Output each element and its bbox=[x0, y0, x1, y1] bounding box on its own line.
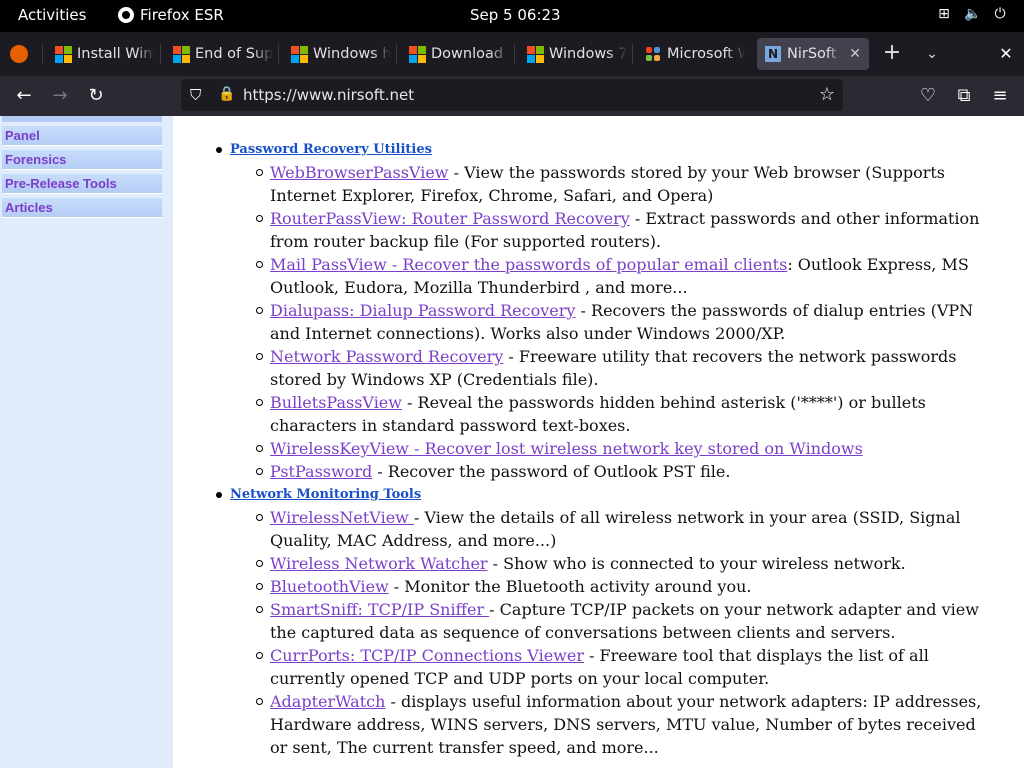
system-tray[interactable]: ⊞ 🔈 ⏻ bbox=[936, 6, 1008, 22]
tab-install-windows[interactable]: Install Windows bbox=[55, 38, 155, 70]
new-tab-button[interactable]: + bbox=[880, 42, 904, 66]
tool-link[interactable]: BluetoothView bbox=[270, 577, 389, 596]
tool-link[interactable]: AdapterWatch bbox=[270, 692, 385, 711]
pocket-icon[interactable]: ♡ bbox=[916, 84, 940, 108]
tab-nirsoft[interactable]: N NirSoft - ✕ bbox=[757, 38, 869, 70]
reload-icon[interactable]: ↻ bbox=[84, 84, 108, 108]
windows-logo-icon bbox=[291, 46, 308, 63]
menu-icon[interactable]: ≡ bbox=[988, 84, 1012, 108]
section-bullet bbox=[216, 492, 222, 498]
list-item: Mail PassView - Recover the passwords of… bbox=[256, 253, 990, 299]
tab-download-windows[interactable]: Download Windows bbox=[409, 38, 509, 70]
nirsoft-icon: N bbox=[765, 46, 781, 62]
sidebar-item-forensics[interactable]: Forensics bbox=[2, 150, 162, 170]
network-icon: ⊞ bbox=[938, 6, 950, 22]
list-item: WebBrowserPassView - View the passwords … bbox=[256, 161, 990, 207]
url-text[interactable]: https://www.nirsoft.net bbox=[243, 86, 414, 104]
list-item: Network Password Recovery - Freeware uti… bbox=[256, 345, 990, 391]
firefox-view-icon[interactable] bbox=[10, 45, 28, 63]
list-item: BluetoothView - Monitor the Bluetooth ac… bbox=[256, 575, 990, 598]
tool-description: - Recover the password of Outlook PST fi… bbox=[372, 462, 731, 481]
list-item: RouterPassView: Router Password Recovery… bbox=[256, 207, 990, 253]
tool-link[interactable]: RouterPassView: Router Password Recovery bbox=[270, 209, 630, 228]
windows-logo-icon bbox=[55, 46, 72, 63]
app-name: Firefox ESR bbox=[140, 6, 224, 24]
list-item: SmartSniff: TCP/IP Sniffer - Capture TCP… bbox=[256, 598, 990, 644]
list-item: BulletsPassView - Reveal the passwords h… bbox=[256, 391, 990, 437]
section-bullet bbox=[216, 147, 222, 153]
list-item: PstPassword - Recover the password of Ou… bbox=[256, 460, 990, 483]
volume-icon: 🔈 bbox=[964, 6, 982, 22]
tool-link[interactable]: PstPassword bbox=[270, 462, 372, 481]
tab-end-of-support[interactable]: End of Support bbox=[173, 38, 273, 70]
tool-link[interactable]: Wireless Network Watcher bbox=[270, 554, 488, 573]
windows-logo-icon bbox=[409, 46, 426, 63]
windows-logo-icon bbox=[173, 46, 190, 63]
tab-windows-help[interactable]: Windows help bbox=[291, 38, 391, 70]
bookmark-star-icon[interactable]: ☆ bbox=[819, 84, 835, 105]
list-item: WirelessNetView - View the details of al… bbox=[256, 506, 990, 552]
list-item: Dialupass: Dialup Password Recovery - Re… bbox=[256, 299, 990, 345]
app-menu[interactable]: Firefox ESR bbox=[118, 6, 224, 24]
firefox-icon bbox=[118, 7, 134, 23]
section-title-password-recovery[interactable]: Password Recovery Utilities bbox=[230, 142, 432, 157]
tool-link[interactable]: Dialupass: Dialup Password Recovery bbox=[270, 301, 575, 320]
system-top-bar: Activities Firefox ESR Sep 5 06:23 ⊞ 🔈 ⏻ bbox=[0, 0, 1024, 32]
list-item: CurrPorts: TCP/IP Connections Viewer - F… bbox=[256, 644, 990, 690]
windows-logo-icon bbox=[527, 46, 544, 63]
tab-bar: Install Windows End of Support Windows h… bbox=[0, 32, 1024, 76]
sidebar-item-top bbox=[2, 116, 162, 122]
tool-link[interactable]: Mail PassView - Recover the passwords of… bbox=[270, 255, 787, 274]
tool-link[interactable]: Network Password Recovery bbox=[270, 347, 503, 366]
tool-link[interactable]: WirelessNetView bbox=[270, 508, 414, 527]
forward-arrow-icon[interactable]: → bbox=[48, 84, 72, 108]
clock[interactable]: Sep 5 06:23 bbox=[470, 6, 561, 24]
section-title-network-monitoring[interactable]: Network Monitoring Tools bbox=[230, 487, 421, 502]
shield-icon[interactable]: ⛉ bbox=[190, 86, 201, 104]
web-page: Panel Forensics Pre-Release Tools Articl… bbox=[0, 116, 1024, 768]
joomla-icon bbox=[645, 46, 661, 62]
sidebar-item-panel[interactable]: Panel bbox=[2, 126, 162, 146]
tool-link[interactable]: SmartSniff: TCP/IP Sniffer bbox=[270, 600, 489, 619]
extensions-icon[interactable]: ⧉ bbox=[952, 84, 976, 108]
close-window-icon[interactable]: ✕ bbox=[994, 42, 1018, 66]
lock-icon[interactable]: 🔒 bbox=[218, 86, 235, 102]
activities-button[interactable]: Activities bbox=[18, 6, 86, 24]
password-recovery-list: WebBrowserPassView - View the passwords … bbox=[256, 161, 990, 483]
tool-link[interactable]: WebBrowserPassView bbox=[270, 163, 448, 182]
tool-link[interactable]: WirelessKeyView - Recover lost wireless … bbox=[270, 439, 863, 458]
network-monitoring-list: WirelessNetView - View the details of al… bbox=[256, 506, 990, 759]
tool-description: - Show who is connected to your wireless… bbox=[487, 554, 906, 573]
close-tab-icon[interactable]: ✕ bbox=[849, 46, 861, 62]
tool-link[interactable]: CurrPorts: TCP/IP Connections Viewer bbox=[270, 646, 584, 665]
power-icon: ⏻ bbox=[994, 6, 1006, 22]
tool-link[interactable]: BulletsPassView bbox=[270, 393, 402, 412]
list-item: AdapterWatch - displays useful informati… bbox=[256, 690, 990, 759]
sidebar: Panel Forensics Pre-Release Tools Articl… bbox=[0, 116, 173, 768]
sidebar-item-articles[interactable]: Articles bbox=[2, 198, 162, 218]
list-item: Wireless Network Watcher - Show who is c… bbox=[256, 552, 990, 575]
tab-windows-7[interactable]: Windows 7 bbox=[527, 38, 627, 70]
chevron-down-icon[interactable]: ⌄ bbox=[920, 42, 944, 66]
tool-description: - Monitor the Bluetooth activity around … bbox=[388, 577, 752, 596]
tab-microsoft-windows[interactable]: Microsoft Windows bbox=[645, 38, 745, 70]
sidebar-item-pre-release-tools[interactable]: Pre-Release Tools bbox=[2, 174, 162, 194]
address-bar[interactable]: ⛉ 🔒 https://www.nirsoft.net ☆ bbox=[181, 79, 843, 111]
list-item: WirelessKeyView - Recover lost wireless … bbox=[256, 437, 990, 460]
back-arrow-icon[interactable]: ← bbox=[12, 84, 36, 108]
